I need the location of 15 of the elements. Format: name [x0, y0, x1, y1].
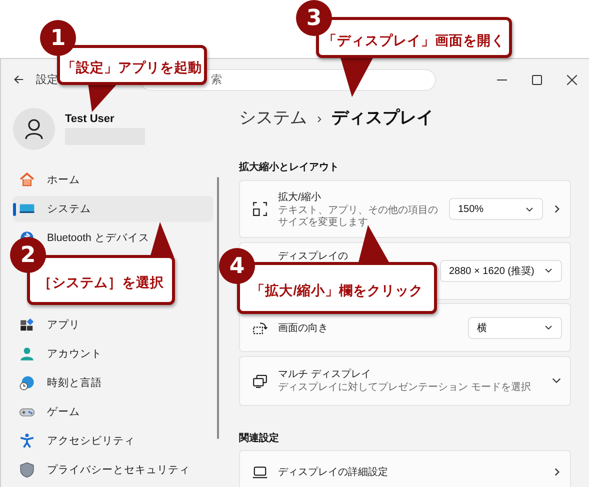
setting-title: マルチ ディスプレイ — [278, 368, 372, 381]
breadcrumb-separator: › — [317, 110, 322, 126]
setting-title: ディスプレイの詳細設定 — [278, 466, 389, 478]
section-heading: 関連設定 — [239, 431, 280, 446]
step-number: 1 — [40, 20, 76, 56]
callout-tooltip: 「設定」アプリを起動 — [57, 45, 207, 85]
page-title: ディスプレイ — [332, 107, 434, 129]
setting-description: テキスト、アプリ、その他の項目のサイズを変更します — [278, 204, 439, 228]
window-title: 設定 — [36, 72, 58, 87]
user-name: Test User — [65, 113, 116, 125]
setting-title: 画面の向き — [278, 322, 329, 334]
setting-description: ディスプレイに対してプレゼンテーション モードを選択 — [278, 382, 532, 394]
setting-title: ディスプレイの — [278, 250, 349, 262]
setting-title: 拡大/縮小 — [278, 190, 322, 204]
section-heading: 拡大縮小とレイアウト — [239, 160, 340, 175]
